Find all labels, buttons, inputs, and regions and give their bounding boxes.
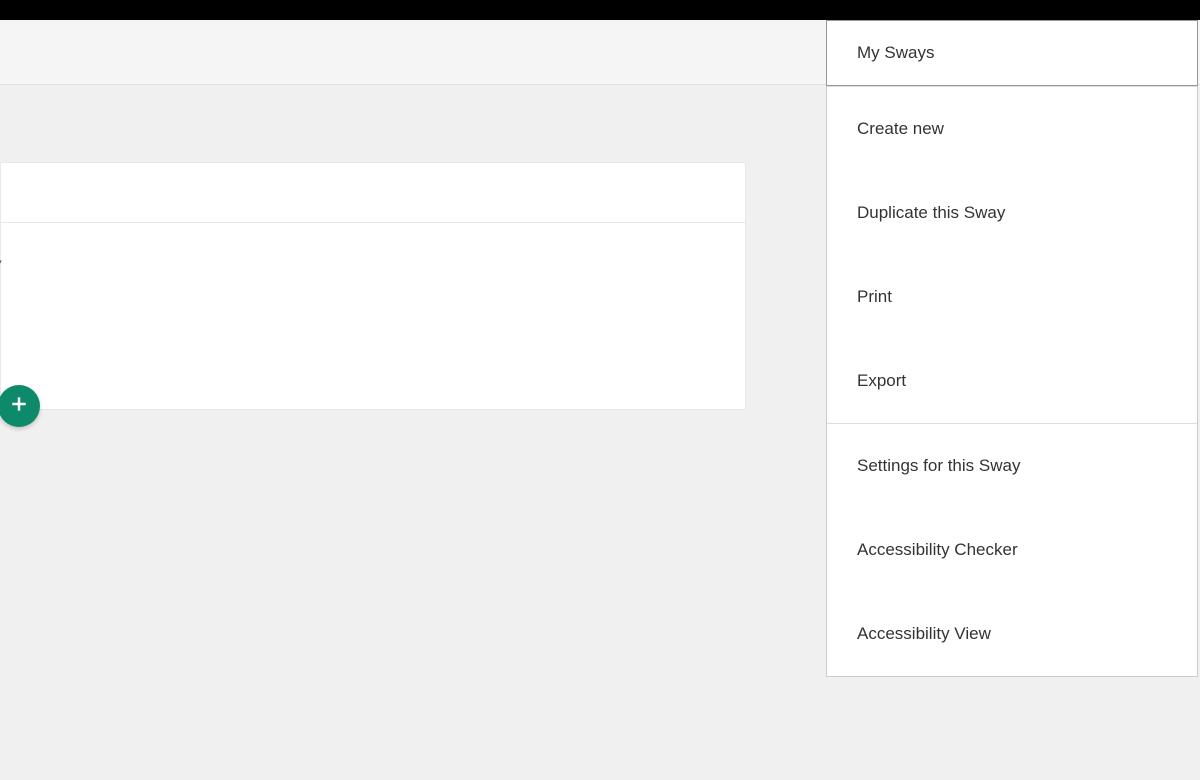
title-text[interactable]: y [0,223,745,299]
add-card-button[interactable] [0,385,40,427]
menu-section: Create new Duplicate this Sway Print Exp… [827,87,1197,424]
menu-item-duplicate[interactable]: Duplicate this Sway [827,171,1197,255]
menu-item-my-sways[interactable]: My Sways [826,20,1198,86]
window-top-bar [0,0,1200,20]
more-options-menu: My Sways Create new Duplicate this Sway … [826,20,1198,677]
menu-item-accessibility-checker[interactable]: Accessibility Checker [827,508,1197,592]
menu-item-print[interactable]: Print [827,255,1197,339]
menu-item-create-new[interactable]: Create new [827,87,1197,171]
menu-section: My Sways [827,20,1197,87]
title-card[interactable]: y [0,162,746,410]
menu-item-settings[interactable]: Settings for this Sway [827,424,1197,508]
menu-item-export[interactable]: Export [827,339,1197,423]
plus-icon [9,394,29,419]
title-card-header [1,163,745,223]
menu-section: Settings for this Sway Accessibility Che… [827,424,1197,676]
menu-item-accessibility-view[interactable]: Accessibility View [827,592,1197,676]
